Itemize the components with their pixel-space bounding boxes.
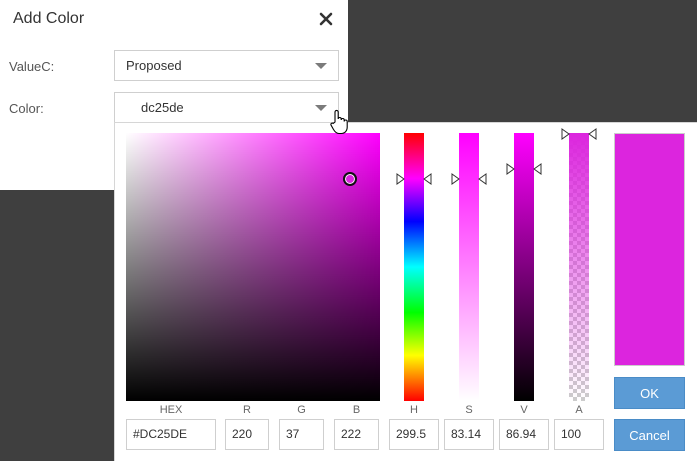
hex-input[interactable]: #DC25DE [126,419,216,450]
color-select[interactable]: dc25de [114,92,339,123]
color-picker-popup: OK Cancel HEX R G B H S V A #DC25DE 220 … [114,122,697,461]
value-slider-handle[interactable] [506,163,542,175]
dialog-title: Add Color [13,10,85,27]
g-input[interactable]: 37 [279,419,324,450]
sv-picker-handle[interactable] [343,172,357,186]
s-label: S [465,404,473,416]
hand-cursor-icon [330,109,348,135]
b-input[interactable]: 222 [334,419,379,450]
h-input[interactable]: 299.5 [389,419,439,450]
hex-label: HEX [159,404,183,416]
a-label: A [575,404,583,416]
r-input[interactable]: 220 [225,419,269,450]
valuec-select[interactable]: Proposed [114,50,339,81]
s-input[interactable]: 83.14 [444,419,494,450]
g-label: G [297,404,306,416]
valuec-select-value: Proposed [126,58,182,73]
alpha-slider[interactable] [569,133,589,401]
color-select-value: dc25de [141,100,184,115]
chevron-down-icon [315,105,327,111]
h-label: H [410,404,418,416]
color-preview [614,133,685,366]
saturation-slider-handle[interactable] [451,173,487,185]
v-label: V [520,404,528,416]
cancel-button[interactable]: Cancel [614,419,685,451]
b-label: B [352,404,361,416]
chevron-down-icon [315,63,327,69]
saturation-value-area[interactable] [126,133,380,401]
color-label: Color: [9,101,44,116]
r-label: R [243,404,251,416]
valuec-label: ValueC: [9,59,55,74]
close-icon[interactable] [317,10,335,28]
ok-button[interactable]: OK [614,377,685,409]
alpha-slider-handle[interactable] [561,128,597,140]
a-input[interactable]: 100 [554,419,604,450]
hue-slider-handle[interactable] [396,173,432,185]
v-input[interactable]: 86.94 [499,419,549,450]
